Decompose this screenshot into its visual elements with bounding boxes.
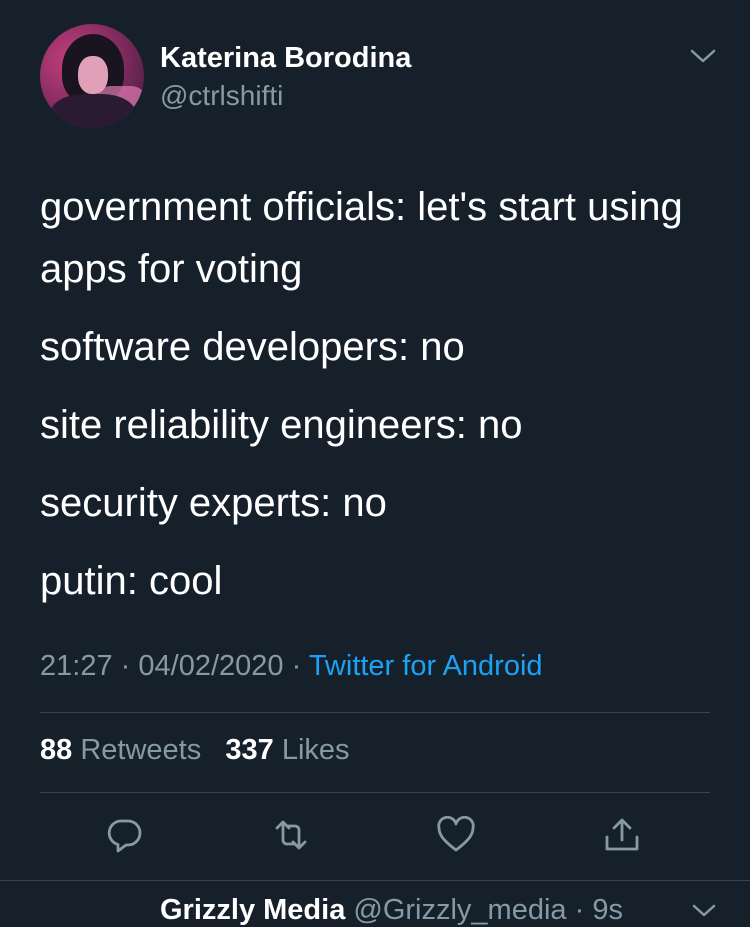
likes-label: Likes: [281, 734, 350, 766]
author-name[interactable]: Katerina Borodina: [160, 42, 411, 75]
meta-separator: ·: [120, 650, 131, 682]
chevron-down-icon[interactable]: [690, 900, 718, 922]
author-handle[interactable]: @ctrlshifti: [160, 80, 283, 112]
retweets-stat[interactable]: 88 Retweets: [40, 734, 201, 766]
retweet-count: 88: [40, 734, 73, 766]
tweet-line: software developers: no: [40, 325, 465, 369]
like-icon[interactable]: [436, 815, 476, 855]
next-tweet-header[interactable]: Grizzly Media @Grizzly_media · 9s: [160, 894, 623, 927]
next-tweet-handle-time: @Grizzly_media · 9s: [353, 894, 623, 926]
tweet-date: 04/02/2020: [138, 650, 284, 682]
share-icon[interactable]: [602, 815, 642, 855]
next-tweet-author-name: Grizzly Media: [160, 894, 346, 926]
avatar[interactable]: [40, 24, 144, 128]
divider: [40, 792, 710, 793]
divider: [40, 712, 710, 713]
tweet-line: putin: cool: [40, 559, 223, 603]
chevron-down-icon[interactable]: [688, 44, 718, 68]
tweet-text: government officials: let's start using …: [40, 176, 720, 612]
tweet-line: government officials: let's start using …: [40, 185, 683, 291]
retweets-label: Retweets: [80, 734, 202, 766]
tweet-line: site reliability engineers: no: [40, 403, 523, 447]
tweet-separator: [0, 880, 750, 881]
reply-icon[interactable]: [104, 815, 144, 855]
like-count: 337: [225, 734, 274, 766]
tweet-meta: 21:27 · 04/02/2020 · Twitter for Android: [40, 650, 543, 683]
tweet-stats: 88 Retweets 337 Likes: [40, 734, 350, 767]
tweet-time: 21:27: [40, 650, 113, 682]
retweet-icon[interactable]: [271, 815, 311, 855]
likes-stat[interactable]: 337 Likes: [225, 734, 349, 766]
tweet-line: security experts: no: [40, 481, 387, 525]
meta-separator: ·: [291, 650, 302, 682]
tweet-source-link[interactable]: Twitter for Android: [309, 650, 543, 682]
